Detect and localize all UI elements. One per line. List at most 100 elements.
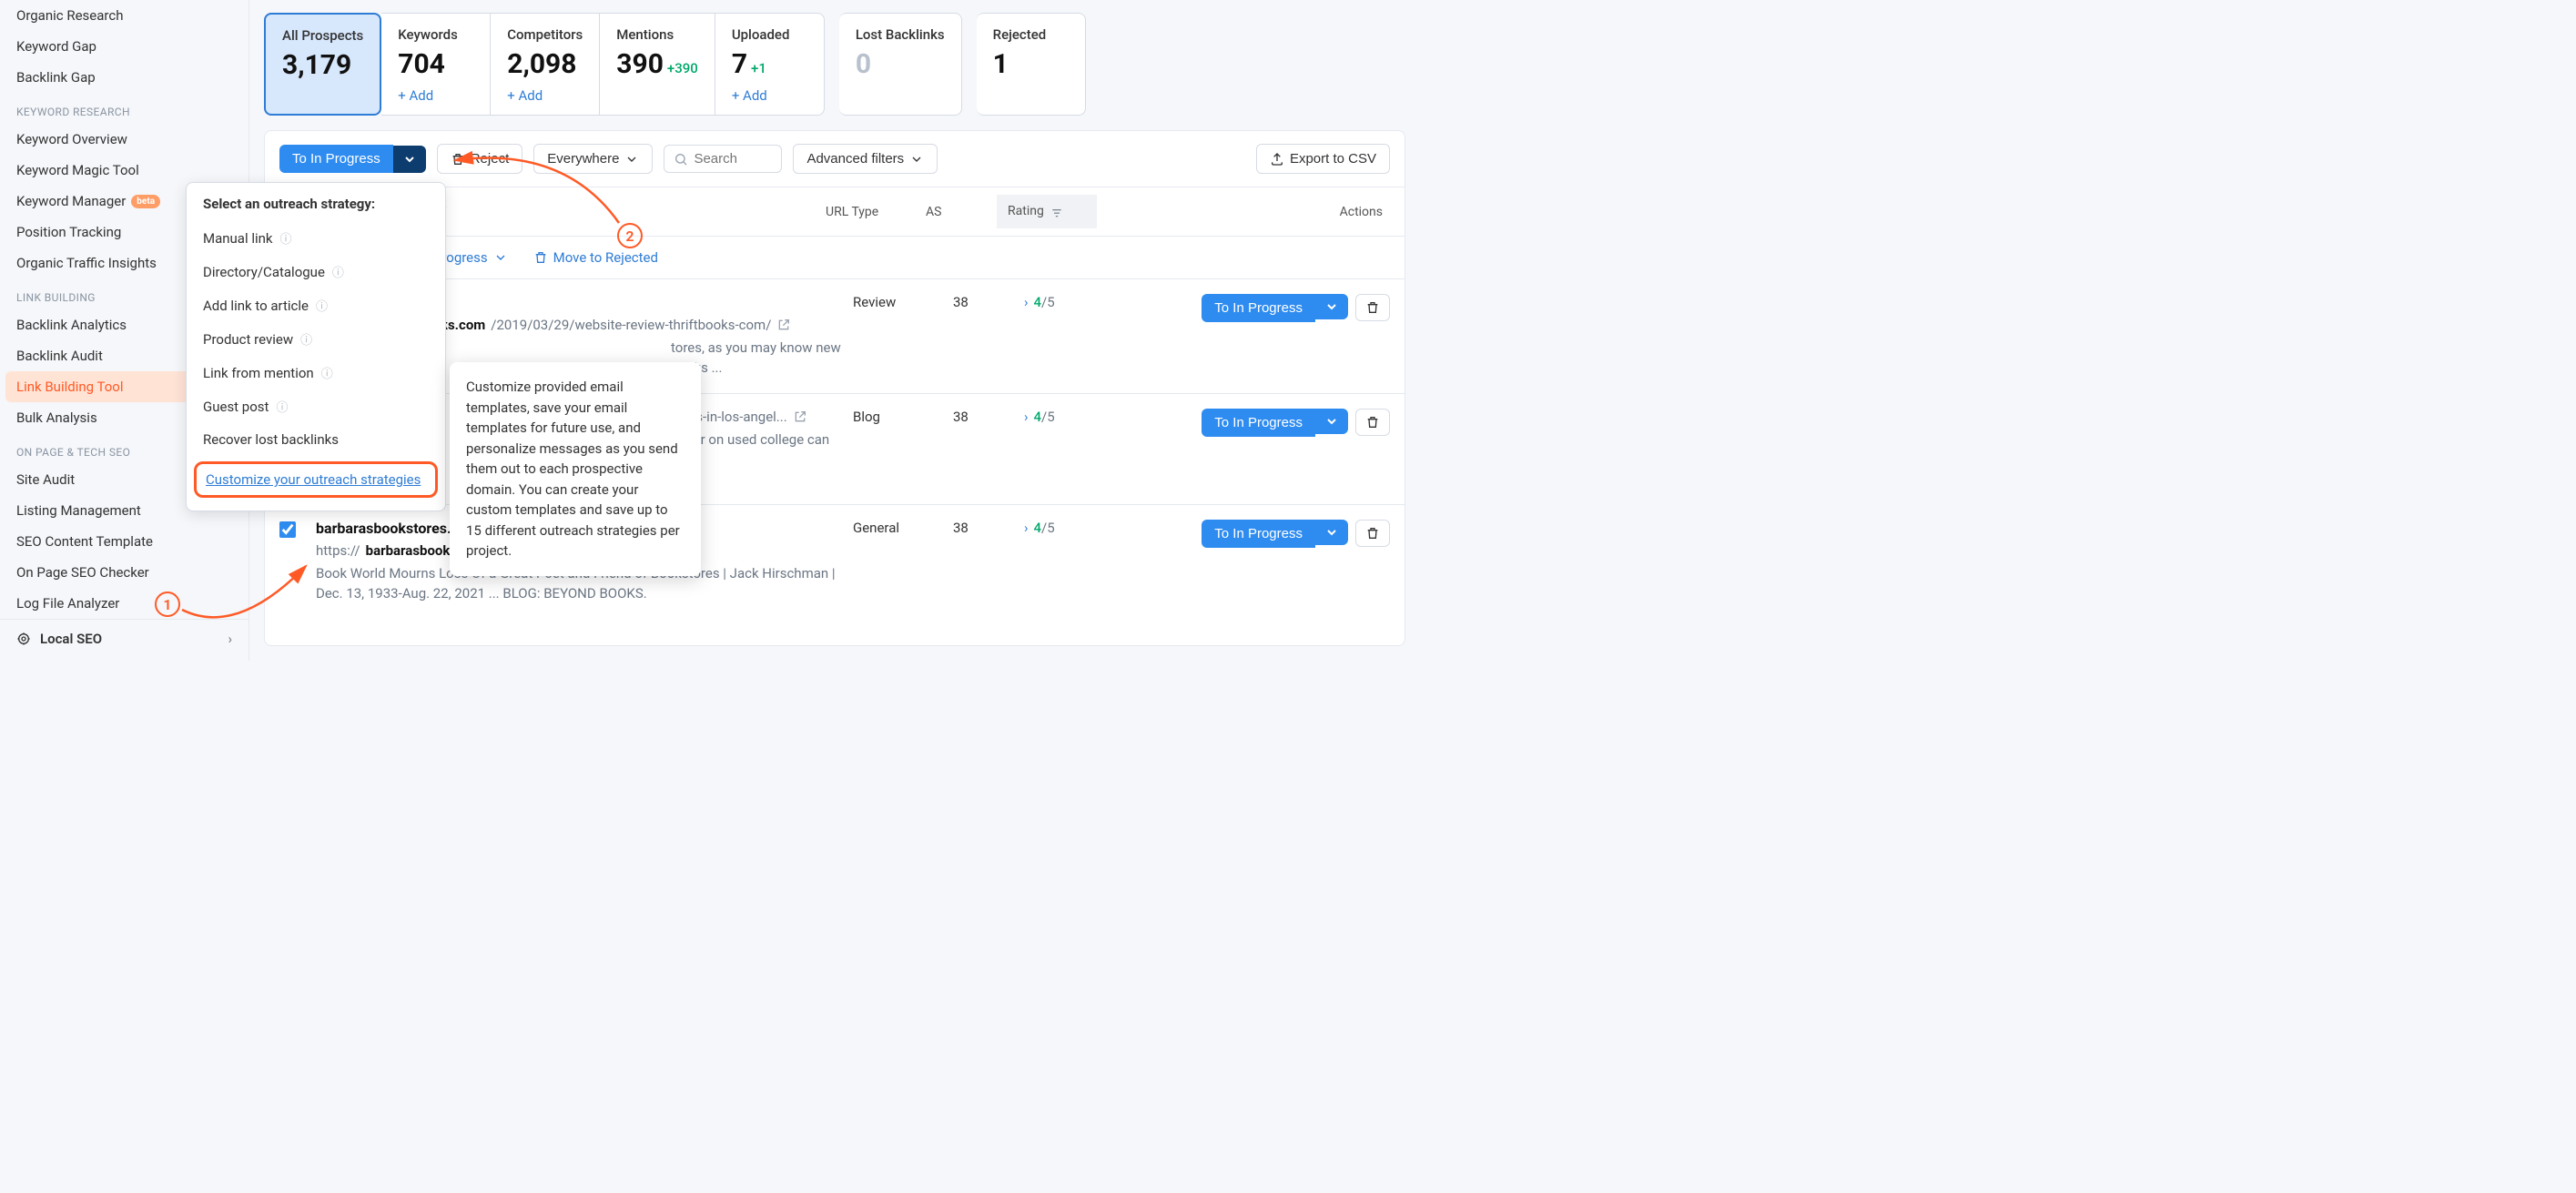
col-rating-label[interactable]: Rating bbox=[997, 195, 1097, 227]
advanced-filters-button[interactable]: Advanced filters bbox=[793, 144, 938, 174]
chevron-right-icon: › bbox=[228, 631, 232, 647]
info-icon: ⓘ bbox=[316, 297, 328, 314]
strategy-option[interactable]: Recover lost backlinks bbox=[187, 423, 445, 456]
chevron-down-icon bbox=[402, 152, 417, 167]
sidebar-local-seo[interactable]: Local SEO › bbox=[0, 619, 248, 658]
row-checkbox[interactable] bbox=[279, 521, 296, 538]
card-title: Uploaded bbox=[732, 26, 807, 43]
card-value: 1 bbox=[993, 48, 1069, 80]
chevron-down-icon bbox=[1324, 525, 1339, 540]
chevron-down-icon bbox=[1324, 299, 1339, 314]
customize-strategies-link-box: Customize your outreach strategies bbox=[194, 461, 438, 498]
card-value: 7 bbox=[732, 48, 747, 80]
card-lost-backlinks[interactable]: Lost Backlinks 0 bbox=[839, 13, 962, 116]
info-icon: ⓘ bbox=[276, 398, 288, 415]
sidebar-item-onpage-checker[interactable]: On Page SEO Checker bbox=[0, 557, 248, 588]
search-input-wrapper[interactable] bbox=[664, 145, 782, 173]
row-as: 38 bbox=[953, 409, 1024, 490]
row-to-progress-button[interactable]: To In Progress bbox=[1202, 409, 1315, 437]
row-type: Blog bbox=[853, 409, 953, 490]
trash-icon bbox=[451, 152, 465, 167]
scope-dropdown[interactable]: Everywhere bbox=[533, 144, 653, 174]
reject-label: Reject bbox=[471, 151, 510, 167]
col-as-label[interactable]: AS bbox=[926, 205, 997, 219]
row-as: 38 bbox=[953, 294, 1024, 379]
row-type: Review bbox=[853, 294, 953, 379]
sidebar-item-backlink-gap[interactable]: Backlink Gap bbox=[0, 62, 248, 93]
strategy-option[interactable]: Manual linkⓘ bbox=[187, 221, 445, 255]
info-icon: ⓘ bbox=[332, 263, 344, 280]
card-title: Keywords bbox=[398, 26, 473, 43]
export-label: Export to CSV bbox=[1290, 151, 1376, 167]
col-type-label[interactable]: URL Type bbox=[826, 205, 926, 219]
strategy-option[interactable]: Directory/Catalogueⓘ bbox=[187, 255, 445, 288]
trash-icon bbox=[1365, 415, 1380, 430]
card-all-prospects[interactable]: All Prospects 3,179 bbox=[264, 13, 381, 116]
row-rating[interactable]: › 4/5 bbox=[1024, 294, 1124, 379]
export-icon bbox=[1270, 152, 1284, 167]
row-to-progress-dropdown[interactable] bbox=[1315, 520, 1348, 545]
row-domain: om bbox=[425, 294, 853, 311]
bulk-move-rejected[interactable]: Move to Rejected bbox=[533, 249, 658, 266]
strategy-option[interactable]: Link from mentionⓘ bbox=[187, 356, 445, 389]
sidebar-item-keyword-magic[interactable]: Keyword Magic Tool bbox=[0, 155, 248, 186]
customize-tooltip: Customize provided email templates, save… bbox=[450, 362, 701, 576]
card-add-link[interactable]: + Add bbox=[507, 87, 583, 104]
strategy-option[interactable]: Guest postⓘ bbox=[187, 389, 445, 423]
sidebar-item-keyword-gap[interactable]: Keyword Gap bbox=[0, 31, 248, 62]
info-icon: ⓘ bbox=[280, 229, 292, 247]
toolbar: To In Progress Reject Everywhere Advance… bbox=[265, 131, 1405, 187]
card-add-link[interactable]: + Add bbox=[732, 87, 807, 104]
row-delete-button[interactable] bbox=[1355, 409, 1390, 436]
row-rating[interactable]: › 4/5 bbox=[1024, 409, 1124, 490]
export-csv-button[interactable]: Export to CSV bbox=[1256, 144, 1390, 174]
local-seo-label: Local SEO bbox=[40, 631, 102, 647]
trash-icon bbox=[1365, 526, 1380, 541]
card-mentions[interactable]: Mentions 390+390 bbox=[600, 13, 715, 116]
chevron-down-icon bbox=[909, 152, 924, 167]
strategy-option[interactable]: Add link to articleⓘ bbox=[187, 288, 445, 322]
chevron-down-icon bbox=[493, 250, 508, 265]
reject-button[interactable]: Reject bbox=[437, 144, 523, 174]
row-delete-button[interactable] bbox=[1355, 294, 1390, 321]
row-to-progress-button[interactable]: To In Progress bbox=[1202, 294, 1315, 322]
summary-cards: All Prospects 3,179 Keywords 704 + Add C… bbox=[264, 13, 1405, 116]
row-to-progress-dropdown[interactable] bbox=[1315, 409, 1348, 434]
sidebar-item-keyword-overview[interactable]: Keyword Overview bbox=[0, 124, 248, 155]
sidebar-item-log-file-analyzer[interactable]: Log File Analyzer bbox=[0, 588, 248, 619]
row-url[interactable]: ooks.com/2019/03/29/website-review-thrif… bbox=[425, 317, 853, 333]
row-to-progress-dropdown[interactable] bbox=[1315, 294, 1348, 319]
customize-strategies-link[interactable]: Customize your outreach strategies bbox=[206, 471, 421, 488]
card-uploaded[interactable]: Uploaded 7+1 + Add bbox=[715, 13, 825, 116]
sidebar-item-seo-content-template[interactable]: SEO Content Template bbox=[0, 526, 248, 557]
card-competitors[interactable]: Competitors 2,098 + Add bbox=[491, 13, 600, 116]
location-target-icon bbox=[16, 632, 31, 646]
row-rating[interactable]: › 4/5 bbox=[1024, 520, 1124, 604]
search-input[interactable] bbox=[694, 151, 766, 167]
card-add-link[interactable]: + Add bbox=[398, 87, 473, 104]
annotation-2: 2 bbox=[617, 223, 643, 248]
card-title: Rejected bbox=[993, 26, 1069, 43]
col-actions-label: Actions bbox=[1097, 205, 1390, 219]
to-in-progress-button[interactable]: To In Progress bbox=[279, 145, 393, 173]
to-in-progress-dropdown[interactable] bbox=[393, 146, 426, 173]
info-icon: ⓘ bbox=[300, 330, 312, 348]
chevron-down-icon bbox=[624, 152, 639, 167]
card-keywords[interactable]: Keywords 704 + Add bbox=[381, 13, 491, 116]
beta-badge: beta bbox=[131, 195, 160, 208]
row-delete-button[interactable] bbox=[1355, 520, 1390, 547]
annotation-1: 1 bbox=[155, 591, 180, 617]
row-to-progress-button[interactable]: To In Progress bbox=[1202, 520, 1315, 548]
card-rejected[interactable]: Rejected 1 bbox=[977, 13, 1086, 116]
external-link-icon[interactable] bbox=[793, 409, 807, 424]
strategy-option[interactable]: Product reviewⓘ bbox=[187, 322, 445, 356]
card-value: 3,179 bbox=[282, 49, 363, 81]
row-as: 38 bbox=[953, 520, 1024, 604]
card-value: 390 bbox=[616, 48, 664, 80]
sort-icon bbox=[1050, 205, 1063, 219]
table-row: barbarasbookstores.com https://barbarasb… bbox=[265, 505, 1405, 619]
external-link-icon[interactable] bbox=[776, 318, 791, 332]
chevron-right-icon: › bbox=[1024, 409, 1029, 425]
sidebar-item-organic-research[interactable]: Organic Research bbox=[0, 0, 248, 31]
scope-label: Everywhere bbox=[547, 151, 619, 167]
